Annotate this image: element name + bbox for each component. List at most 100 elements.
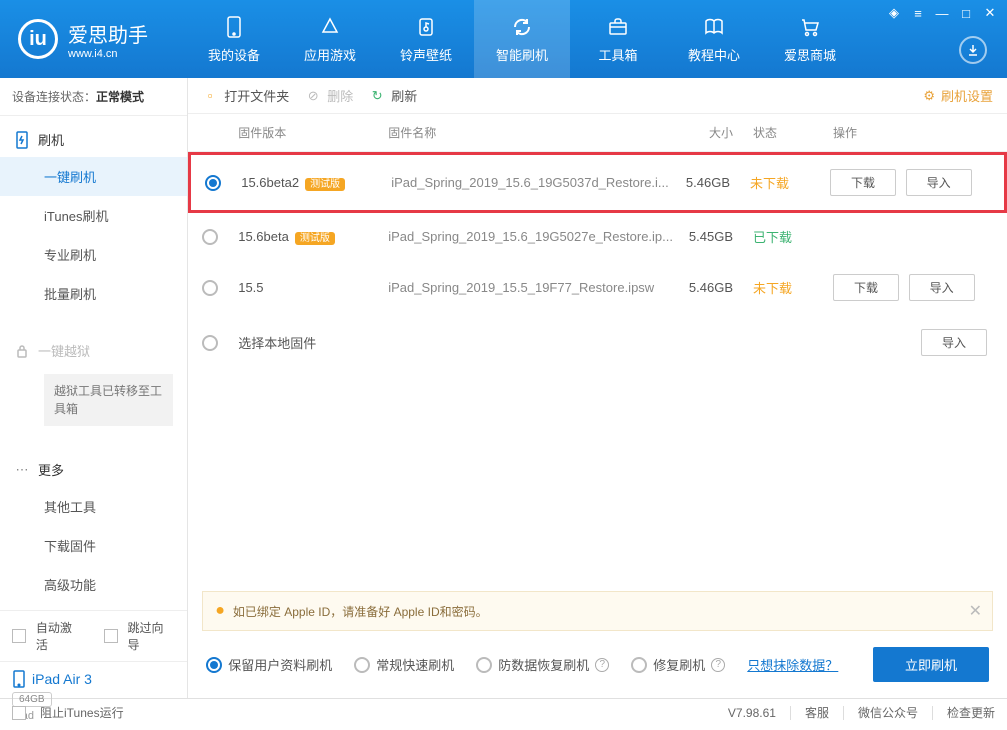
radio-repair[interactable] <box>631 657 647 673</box>
folder-icon: ▫ <box>202 88 218 104</box>
sidebar-item-advanced[interactable]: 高级功能 <box>0 565 187 604</box>
footer-service[interactable]: 客服 <box>805 704 829 721</box>
opt-recovery[interactable]: 防数据恢复刷机? <box>476 655 609 674</box>
download-button[interactable]: 下载 <box>830 169 896 196</box>
lock-icon <box>14 343 30 359</box>
radio-keep[interactable] <box>206 657 222 673</box>
opt-repair[interactable]: 修复刷机? <box>631 655 725 674</box>
info-icon[interactable]: ? <box>595 658 609 672</box>
notice-close-icon[interactable]: ✕ <box>969 601 982 621</box>
sidebar-jailbreak-note: 越狱工具已转移至工具箱 <box>44 374 173 426</box>
sidebar-item-oneclick[interactable]: 一键刷机 <box>0 157 187 196</box>
nav-toolbox[interactable]: 工具箱 <box>570 0 666 78</box>
logo: iu 爱思助手 www.i4.cn <box>0 19 166 60</box>
connection-status: 设备连接状态：正常模式 <box>0 78 187 116</box>
open-folder-button[interactable]: ▫打开文件夹 <box>202 86 289 105</box>
opt-keep-data[interactable]: 保留用户资料刷机 <box>206 655 332 674</box>
block-itunes-checkbox[interactable] <box>12 706 26 720</box>
sidebar-item-other[interactable]: 其他工具 <box>0 487 187 526</box>
import-local-button[interactable]: 导入 <box>921 329 987 356</box>
th-size: 大小 <box>673 124 753 141</box>
menu-icon[interactable]: ≡ <box>907 4 929 22</box>
firmware-row: 15.5 iPad_Spring_2019_15.5_19F77_Restore… <box>188 260 1007 315</box>
phone-icon <box>222 15 246 39</box>
footer-wechat[interactable]: 微信公众号 <box>858 704 918 721</box>
firmware-radio[interactable] <box>202 229 218 245</box>
opt-fast[interactable]: 常规快速刷机 <box>354 655 454 674</box>
firmware-version: 15.5 <box>238 280 388 295</box>
erase-link[interactable]: 只想抹除数据？ <box>747 655 838 674</box>
app-domain: www.i4.cn <box>68 48 148 60</box>
sidebar-jailbreak-header: 一键越狱 <box>0 333 187 368</box>
skin-icon[interactable]: ◈ <box>883 4 905 22</box>
maximize-icon[interactable]: □ <box>955 4 977 22</box>
import-button[interactable]: 导入 <box>906 169 972 196</box>
nav-ringtones[interactable]: 铃声壁纸 <box>378 0 474 78</box>
cart-icon <box>798 15 822 39</box>
flash-icon <box>14 132 30 148</box>
sidebar-more-header[interactable]: ⋯ 更多 <box>0 452 187 487</box>
block-itunes-label: 阻止iTunes运行 <box>40 704 124 721</box>
nav-my-device[interactable]: 我的设备 <box>186 0 282 78</box>
app-name: 爱思助手 <box>68 19 148 48</box>
firmware-row: 15.6beta测试版 iPad_Spring_2019_15.6_19G502… <box>188 213 1007 260</box>
delete-icon: ⊘ <box>305 88 321 104</box>
notice-bar: ● 如已绑定 Apple ID，请准备好 Apple ID和密码。 ✕ <box>202 591 993 631</box>
nav-tutorials[interactable]: 教程中心 <box>666 0 762 78</box>
info-icon[interactable]: ? <box>711 658 725 672</box>
close-icon[interactable]: ✕ <box>979 4 1001 22</box>
firmware-status: 未下载 <box>753 278 833 297</box>
sidebar-flash-header[interactable]: 刷机 <box>0 122 187 157</box>
tablet-icon <box>12 670 26 688</box>
firmware-version: 15.6beta2测试版 <box>241 175 391 190</box>
apps-icon <box>318 15 342 39</box>
download-button[interactable] <box>959 36 987 64</box>
radio-local[interactable] <box>202 335 218 351</box>
flash-now-button[interactable]: 立即刷机 <box>873 647 989 682</box>
window-controls: ◈ ≡ — □ ✕ <box>883 4 1001 22</box>
app-version: V7.98.61 <box>728 706 776 720</box>
refresh-button[interactable]: ↻刷新 <box>369 86 417 105</box>
minimize-icon[interactable]: — <box>931 4 953 22</box>
firmware-status: 未下载 <box>750 173 830 192</box>
firmware-name: iPad_Spring_2019_15.5_19F77_Restore.ipsw <box>388 280 673 295</box>
sidebar-item-itunes[interactable]: iTunes刷机 <box>0 196 187 235</box>
book-icon <box>702 15 726 39</box>
nav-flash[interactable]: 智能刷机 <box>474 0 570 78</box>
table-header: 固件版本 固件名称 大小 状态 操作 <box>188 114 1007 152</box>
toolbox-icon <box>606 15 630 39</box>
auto-activate-checkbox[interactable] <box>12 629 26 643</box>
radio-fast[interactable] <box>354 657 370 673</box>
warning-icon: ● <box>215 602 225 620</box>
app-header: iu 爱思助手 www.i4.cn 我的设备 应用游戏 铃声壁纸 智能刷机 工具… <box>0 0 1007 78</box>
sidebar-item-pro[interactable]: 专业刷机 <box>0 235 187 274</box>
firmware-radio[interactable] <box>202 280 218 296</box>
flash-settings-button[interactable]: ⚙刷机设置 <box>923 86 993 105</box>
nav-apps[interactable]: 应用游戏 <box>282 0 378 78</box>
firmware-status: 已下载 <box>753 227 833 246</box>
th-status: 状态 <box>753 124 833 141</box>
toolbar: ▫打开文件夹 ⊘删除 ↻刷新 ⚙刷机设置 <box>188 78 1007 114</box>
beta-badge: 测试版 <box>305 178 345 191</box>
radio-recovery[interactable] <box>476 657 492 673</box>
firmware-row: 15.6beta2测试版 iPad_Spring_2019_15.6_19G50… <box>188 152 1007 213</box>
beta-badge: 测试版 <box>295 232 335 245</box>
firmware-size: 5.46GB <box>673 280 753 295</box>
sidebar: 设备连接状态：正常模式 刷机 一键刷机 iTunes刷机 专业刷机 批量刷机 一… <box>0 78 188 698</box>
firmware-size: 5.45GB <box>673 229 753 244</box>
footer-update[interactable]: 检查更新 <box>947 704 995 721</box>
download-button[interactable]: 下载 <box>833 274 899 301</box>
sidebar-item-batch[interactable]: 批量刷机 <box>0 274 187 313</box>
firmware-radio[interactable] <box>205 175 221 191</box>
sidebar-item-download[interactable]: 下载固件 <box>0 526 187 565</box>
main-content: ▫打开文件夹 ⊘删除 ↻刷新 ⚙刷机设置 固件版本 固件名称 大小 状态 操作 … <box>188 78 1007 698</box>
import-button[interactable]: 导入 <box>909 274 975 301</box>
gear-icon: ⚙ <box>923 88 935 104</box>
firmware-name: iPad_Spring_2019_15.6_19G5027e_Restore.i… <box>388 229 673 244</box>
firmware-name: iPad_Spring_2019_15.6_19G5037d_Restore.i… <box>391 175 670 190</box>
skip-guide-checkbox[interactable] <box>104 629 118 643</box>
nav-store[interactable]: 爱思商城 <box>762 0 858 78</box>
device-name: iPad Air 3 <box>12 670 175 688</box>
delete-button[interactable]: ⊘删除 <box>305 86 353 105</box>
refresh-icon: ↻ <box>369 88 385 104</box>
